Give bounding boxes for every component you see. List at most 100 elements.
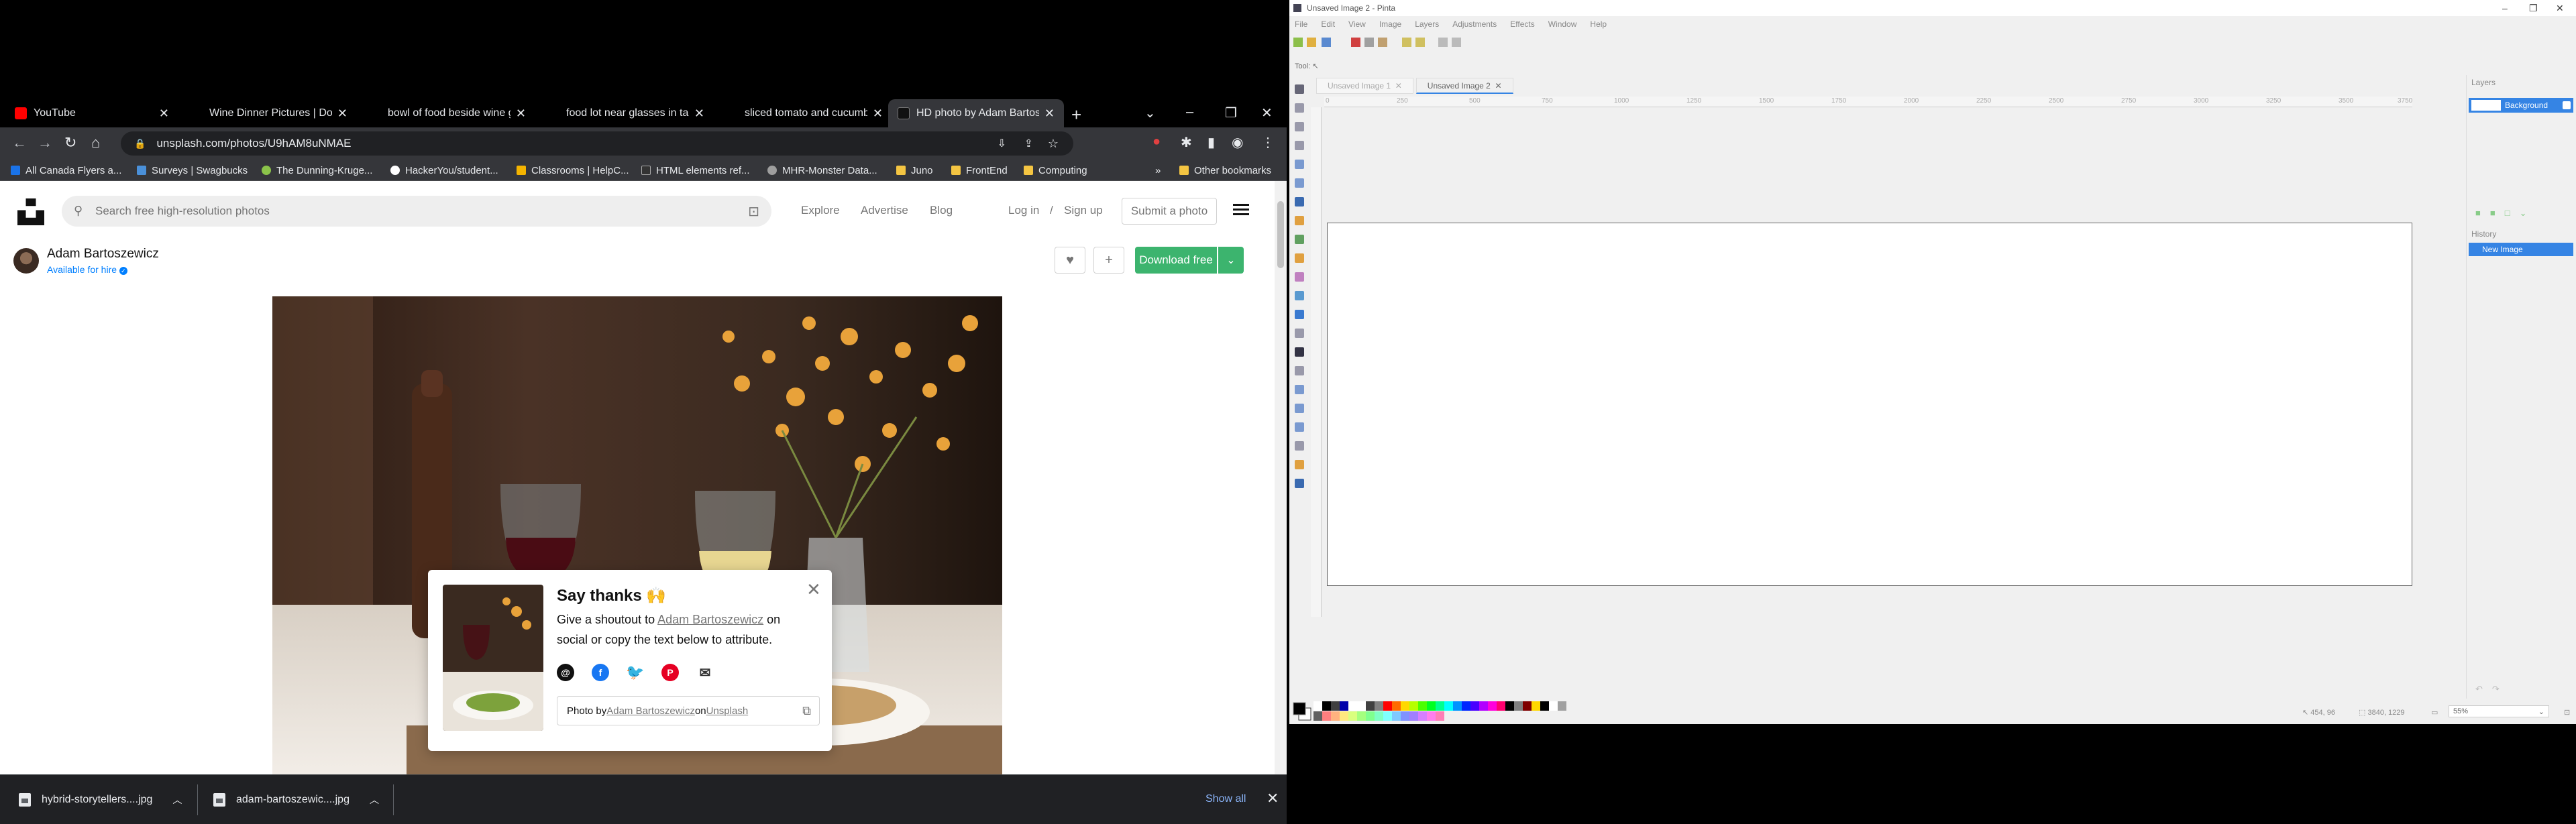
menu-adjustments[interactable]: Adjustments — [1452, 19, 1497, 29]
save-icon[interactable] — [1322, 38, 1331, 47]
ellipse-select-icon[interactable] — [1295, 178, 1304, 188]
deselect-icon[interactable] — [1452, 38, 1461, 47]
undo-icon[interactable] — [1402, 38, 1411, 47]
bookmark-item[interactable]: MHR-Monster Data... — [767, 164, 877, 177]
tab-close-icon[interactable]: ✕ — [516, 107, 526, 121]
menu-image[interactable]: Image — [1379, 19, 1401, 29]
text-icon[interactable] — [1295, 347, 1304, 357]
available-for-hire[interactable]: Available for hire ✓ — [47, 264, 127, 275]
cut-icon[interactable] — [1351, 38, 1360, 47]
puzzle-extensions-icon[interactable]: ✱ — [1181, 134, 1192, 151]
twitter-icon[interactable]: 🐦 — [626, 664, 645, 681]
menu-view[interactable]: View — [1348, 19, 1366, 29]
eraser-icon[interactable] — [1295, 272, 1304, 282]
bookmark-folder[interactable]: FrontEnd — [951, 164, 1008, 177]
close-icon[interactable]: ✕ — [806, 579, 821, 600]
paintbrush-icon[interactable] — [1295, 235, 1304, 244]
forward-arrow-icon[interactable]: → — [38, 134, 52, 152]
restore-icon[interactable]: ❐ — [2529, 3, 2538, 14]
minimize-icon[interactable]: – — [2502, 3, 2508, 13]
download-item[interactable]: hybrid-storytellers....jpg ︿ — [19, 786, 182, 814]
add-to-collection-icon[interactable]: + — [1093, 247, 1124, 274]
bookmark-star-icon[interactable]: ☆ — [1048, 137, 1059, 151]
pinterest-icon[interactable]: P — [661, 664, 679, 681]
tab-hd-photo[interactable]: HD photo by Adam Bartosz ✕ — [888, 99, 1064, 127]
redo-icon[interactable] — [1415, 38, 1425, 47]
tab-close-icon[interactable]: ✕ — [873, 107, 883, 121]
magic-wand-icon[interactable] — [1295, 160, 1304, 169]
tab-close-icon[interactable]: ✕ — [337, 107, 347, 121]
back-arrow-icon[interactable]: ← — [12, 134, 27, 152]
profile-avatar-icon[interactable]: ◉ — [1232, 134, 1243, 151]
download-item[interactable]: adam-bartoszewic....jpg ︿ — [213, 786, 379, 814]
download-chevron-up-icon[interactable]: ︿ — [370, 793, 379, 807]
attribution-site-link[interactable]: Unsplash — [706, 705, 749, 717]
zoom-select[interactable]: 55% ⌄ — [2449, 705, 2549, 717]
page-scrollbar[interactable] — [1275, 181, 1287, 774]
tab-sliced-tomato[interactable]: sliced tomato and cucumbe ✕ — [716, 99, 892, 127]
download-size-chevron-icon[interactable]: ⌄ — [1218, 247, 1244, 274]
address-bar[interactable]: 🔒 unsplash.com/photos/U9hAM8uNMAE ⇩ ⇪ ☆ — [121, 131, 1073, 156]
gradient-icon[interactable] — [1295, 460, 1304, 469]
color-palette[interactable] — [1313, 701, 1568, 721]
open-file-icon[interactable] — [1307, 38, 1316, 47]
tab-bowl-of-food[interactable]: bowl of food beside wine g ✕ — [360, 99, 535, 127]
recolor-icon[interactable] — [1295, 329, 1304, 338]
close-shelf-icon[interactable]: ✕ — [1267, 790, 1279, 807]
login-link[interactable]: Log in — [1008, 204, 1039, 217]
attribution-text-box[interactable]: Photo by Adam Bartoszewicz on Unsplash ⧉ — [557, 696, 820, 725]
layer-visibility-checkbox[interactable] — [2563, 101, 2571, 109]
download-chevron-up-icon[interactable]: ︿ — [172, 793, 182, 807]
download-free-button[interactable]: Download free — [1135, 247, 1217, 274]
threads-icon[interactable]: @ — [557, 664, 574, 681]
home-icon[interactable]: ⌂ — [91, 134, 100, 152]
crop-icon[interactable] — [1438, 38, 1448, 47]
rectangle-select-icon[interactable] — [1295, 103, 1304, 113]
menu-window[interactable]: Window — [1548, 19, 1577, 29]
menu-file[interactable]: File — [1295, 19, 1307, 29]
tab-close-icon[interactable]: ✕ — [1395, 81, 1402, 91]
rectangle-icon[interactable] — [1295, 385, 1304, 394]
undo-icon[interactable]: ↶ — [2475, 684, 2492, 694]
pencil-icon[interactable] — [1295, 253, 1304, 263]
author-name[interactable]: Adam Bartoszewicz — [47, 247, 159, 261]
tab-wine-dinner[interactable]: Wine Dinner Pictures | Dow ✕ — [181, 99, 357, 127]
bookmark-folder[interactable]: Juno — [896, 164, 933, 177]
duplicate-layer-icon[interactable]: □ — [2505, 208, 2520, 218]
visual-search-icon[interactable]: ⊡ — [748, 203, 759, 220]
tab-food-lot[interactable]: food lot near glasses in tab ✕ — [538, 99, 714, 127]
zoom-fit-icon[interactable]: ▭ — [2431, 708, 2438, 717]
menu-layers[interactable]: Layers — [1415, 19, 1439, 29]
show-all-downloads[interactable]: Show all — [1205, 793, 1246, 805]
avatar[interactable] — [13, 248, 39, 274]
tab-close-icon[interactable]: ✕ — [1495, 81, 1502, 91]
extension-red-icon[interactable]: ● — [1152, 134, 1161, 150]
move-selection-icon[interactable] — [1295, 84, 1304, 94]
other-bookmarks[interactable]: Other bookmarks — [1179, 164, 1271, 177]
color-picker-icon[interactable] — [1295, 291, 1304, 300]
lasso-icon[interactable] — [1295, 141, 1304, 150]
pan-icon[interactable] — [1295, 197, 1304, 207]
nav-advertise[interactable]: Advertise — [861, 204, 908, 217]
add-layer-icon[interactable]: ■ — [2475, 208, 2490, 218]
reload-icon[interactable]: ↻ — [64, 134, 76, 152]
nav-blog[interactable]: Blog — [930, 204, 953, 217]
restore-icon[interactable]: ❐ — [1225, 105, 1237, 121]
minimize-icon[interactable]: – — [1186, 105, 1193, 120]
bookmark-folder[interactable]: Computing — [1024, 164, 1087, 177]
line-icon[interactable] — [1295, 366, 1304, 375]
submit-photo-button[interactable]: Submit a photo — [1122, 198, 1217, 225]
zoom-icon[interactable] — [1295, 122, 1304, 131]
signup-link[interactable]: Sign up — [1064, 204, 1103, 217]
email-icon[interactable]: ✉ — [696, 664, 714, 681]
tab-unsaved-image-2[interactable]: Unsaved Image 2 ✕ — [1415, 78, 1513, 94]
layer-properties-icon[interactable]: ⌄ — [2520, 208, 2536, 218]
bookmark-item[interactable]: The Dunning-Kruge... — [262, 164, 372, 177]
clone-stamp-icon[interactable] — [1295, 310, 1304, 319]
tab-close-icon[interactable]: ✕ — [694, 107, 704, 121]
freeform-shape-icon[interactable] — [1295, 441, 1304, 451]
paint-bucket-icon[interactable] — [1295, 216, 1304, 225]
redo-icon[interactable]: ↷ — [2492, 684, 2509, 694]
window-close-icon[interactable]: ✕ — [1261, 105, 1273, 121]
author-link[interactable]: Adam Bartoszewicz — [657, 613, 763, 626]
